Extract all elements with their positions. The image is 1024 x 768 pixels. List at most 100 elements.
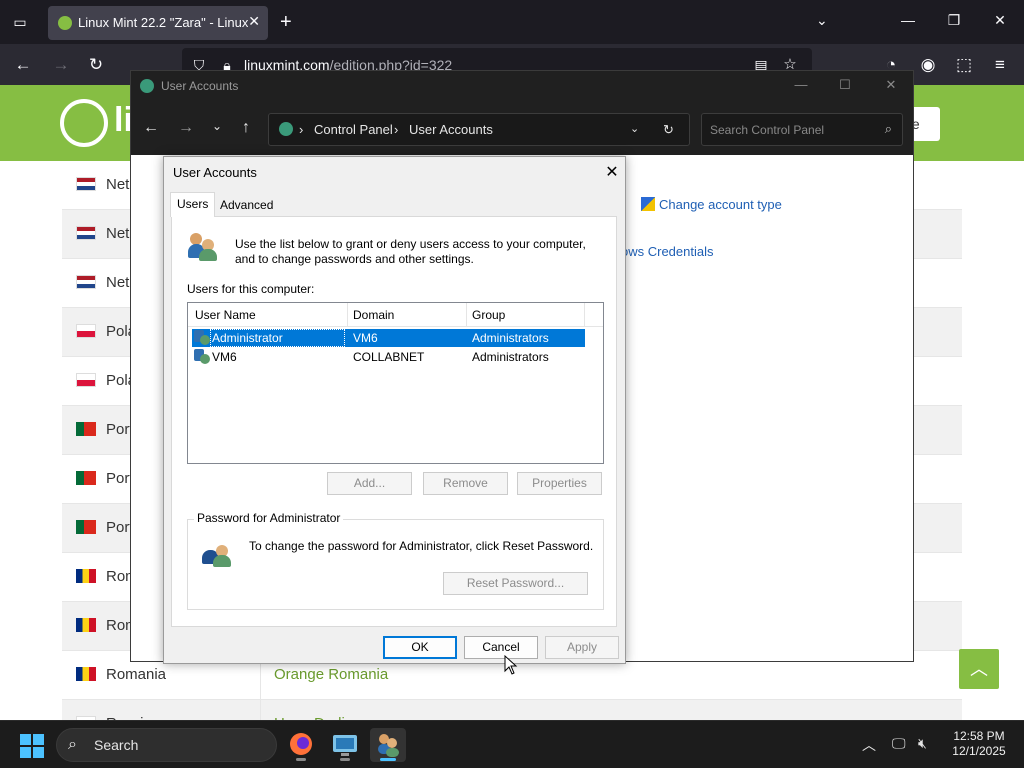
column-domain[interactable]: Domain [353, 308, 394, 322]
forward-icon[interactable]: → [50, 54, 72, 76]
user-accounts-icon[interactable] [370, 728, 406, 762]
mouse-cursor-icon [504, 655, 518, 675]
user-row-vm6[interactable]: VM6 COLLABNET Administrators [192, 348, 585, 366]
taskbar: ⌕ Search ︿ 🖵︎ 🔇︎ 12:58 PM 12/1/2025 [0, 720, 1024, 768]
cp-close-icon[interactable]: ✕ [881, 77, 901, 93]
network-icon[interactable]: 🖵︎ [892, 735, 906, 752]
tab-title: Linux Mint 22.2 "Zara" - Linux Mint [78, 15, 248, 30]
cp-forward-icon[interactable]: → [176, 119, 196, 137]
flag-pl-icon [76, 324, 96, 338]
user-group: Administrators [472, 331, 549, 345]
scroll-to-top-button[interactable]: ︿ [959, 649, 999, 689]
mirror-country: Romania [106, 666, 167, 683]
uac-shield-icon [641, 197, 655, 211]
users-icon [188, 231, 218, 261]
cp-address-bar: ← → ⌄ ↑ › Control Panel › User Accounts … [131, 103, 913, 155]
breadcrumb-control-panel[interactable]: Control Panel [314, 122, 393, 137]
firefox-icon[interactable] [283, 728, 319, 762]
windows-start-icon[interactable] [20, 734, 44, 758]
remove-user-button[interactable]: Remove [423, 472, 508, 495]
cp-back-icon[interactable]: ← [141, 119, 161, 137]
password-group: Password for Administrator To change the… [187, 511, 604, 610]
cp-maximize-icon[interactable]: ☐ [835, 77, 855, 93]
users-list[interactable]: User Name Domain Group Administrator VM6… [187, 302, 604, 464]
cp-search-placeholder: Search Control Panel [710, 123, 825, 137]
flag-pt-icon [76, 520, 96, 534]
tab-advanced[interactable]: Advanced [214, 194, 279, 216]
breadcrumb-user-accounts[interactable]: User Accounts [409, 122, 493, 137]
cp-recent-chevron-icon[interactable]: ⌄ [207, 119, 227, 133]
cancel-button[interactable]: Cancel [464, 636, 538, 659]
cp-window-title: User Accounts [161, 79, 239, 93]
breadcrumb-chevron-down-icon[interactable]: ⌄ [630, 122, 639, 135]
control-panel-icon[interactable] [327, 728, 363, 762]
clock-time: 12:58 PM [953, 729, 1005, 743]
flag-ro-icon [76, 618, 96, 632]
user-accounts-icon [140, 79, 154, 93]
account-icon[interactable]: ◉ [917, 54, 939, 76]
user-name: Administrator [212, 331, 283, 345]
flag-nl-icon [76, 226, 96, 240]
password-group-title: Password for Administrator [194, 511, 344, 525]
menu-icon[interactable]: ≡ [989, 54, 1011, 76]
column-group[interactable]: Group [472, 308, 505, 322]
minimize-icon[interactable]: — [898, 12, 918, 28]
cp-breadcrumb[interactable]: › Control Panel › User Accounts ⌄ ↻ [268, 113, 690, 146]
tab-users[interactable]: Users [170, 192, 216, 217]
cp-minimize-icon[interactable]: — [791, 77, 811, 92]
flag-ro-icon [76, 569, 96, 583]
system-clock[interactable]: 12:58 PM 12/1/2025 [946, 729, 1012, 759]
mirror-country: Net [106, 176, 130, 193]
window-close-icon[interactable]: ✕ [990, 12, 1010, 29]
properties-button[interactable]: Properties [517, 472, 602, 495]
back-icon[interactable]: ← [12, 54, 34, 76]
column-user-name[interactable]: User Name [195, 308, 256, 322]
user-password-icon [202, 537, 232, 567]
change-account-type-link[interactable]: Change account type [641, 197, 782, 212]
add-user-button[interactable]: Add... [327, 472, 412, 495]
cp-up-icon[interactable]: ↑ [236, 119, 256, 137]
reset-password-button[interactable]: Reset Password... [443, 572, 588, 595]
intro-text: Use the list below to grant or deny user… [235, 237, 586, 266]
tab-overview-icon[interactable]: ▭ [8, 10, 32, 34]
taskbar-search[interactable]: ⌕ Search [56, 728, 277, 762]
linux-mint-favicon-icon [58, 16, 72, 30]
breadcrumb-separator-icon: › [299, 122, 304, 137]
browser-tab[interactable]: Linux Mint 22.2 "Zara" - Linux Mint ✕ [48, 6, 268, 40]
mirror-country: Net [106, 274, 130, 291]
credentials-link[interactable]: ows Credentials [621, 244, 714, 259]
search-icon: ⌕ [884, 121, 892, 136]
ok-button[interactable]: OK [383, 636, 457, 659]
dialog-close-icon[interactable]: ✕ [602, 162, 622, 182]
reload-icon[interactable]: ↻ [85, 54, 107, 76]
new-tab-icon[interactable]: + [280, 10, 292, 34]
user-domain: VM6 [353, 331, 378, 345]
chevron-up-icon: ︿ [970, 659, 988, 679]
apply-button[interactable]: Apply [545, 636, 619, 659]
taskbar-search-label: Search [94, 737, 139, 753]
user-row-administrator[interactable]: Administrator VM6 Administrators [192, 329, 585, 347]
user-name: VM6 [212, 350, 237, 364]
flag-pl-icon [76, 373, 96, 387]
cp-search-input[interactable]: Search Control Panel ⌕ [701, 113, 903, 146]
user-group: Administrators [472, 350, 549, 364]
search-icon: ⌕ [68, 736, 77, 753]
linux-mint-logo-icon[interactable] [60, 99, 108, 147]
users-tab-panel: Use the list below to grant or deny user… [171, 216, 617, 627]
restore-icon[interactable]: ❐ [944, 12, 964, 29]
user-domain: COLLABNET [353, 350, 425, 364]
users-list-label: Users for this computer: [187, 282, 315, 296]
user-icon [194, 330, 210, 346]
extensions-icon[interactable]: ⬚ [953, 54, 975, 76]
password-instructions: To change the password for Administrator… [249, 539, 594, 553]
tab-close-icon[interactable]: ✕ [248, 13, 260, 30]
show-hidden-icons-chevron-up-icon[interactable]: ︿ [862, 735, 876, 755]
cp-titlebar: User Accounts — ☐ ✕ [131, 71, 913, 103]
list-tabs-chevron-icon[interactable]: ⌄ [816, 12, 828, 29]
mirror-link[interactable]: Orange Romania [274, 666, 388, 683]
change-account-type-label: Change account type [659, 197, 782, 212]
cp-refresh-icon[interactable]: ↻ [663, 122, 674, 138]
browser-tabbar: ▭ Linux Mint 22.2 "Zara" - Linux Mint ✕ … [0, 0, 1024, 44]
volume-muted-icon[interactable]: 🔇︎ [918, 735, 927, 752]
mirror-row: RussiaHyperDedic [62, 700, 962, 720]
